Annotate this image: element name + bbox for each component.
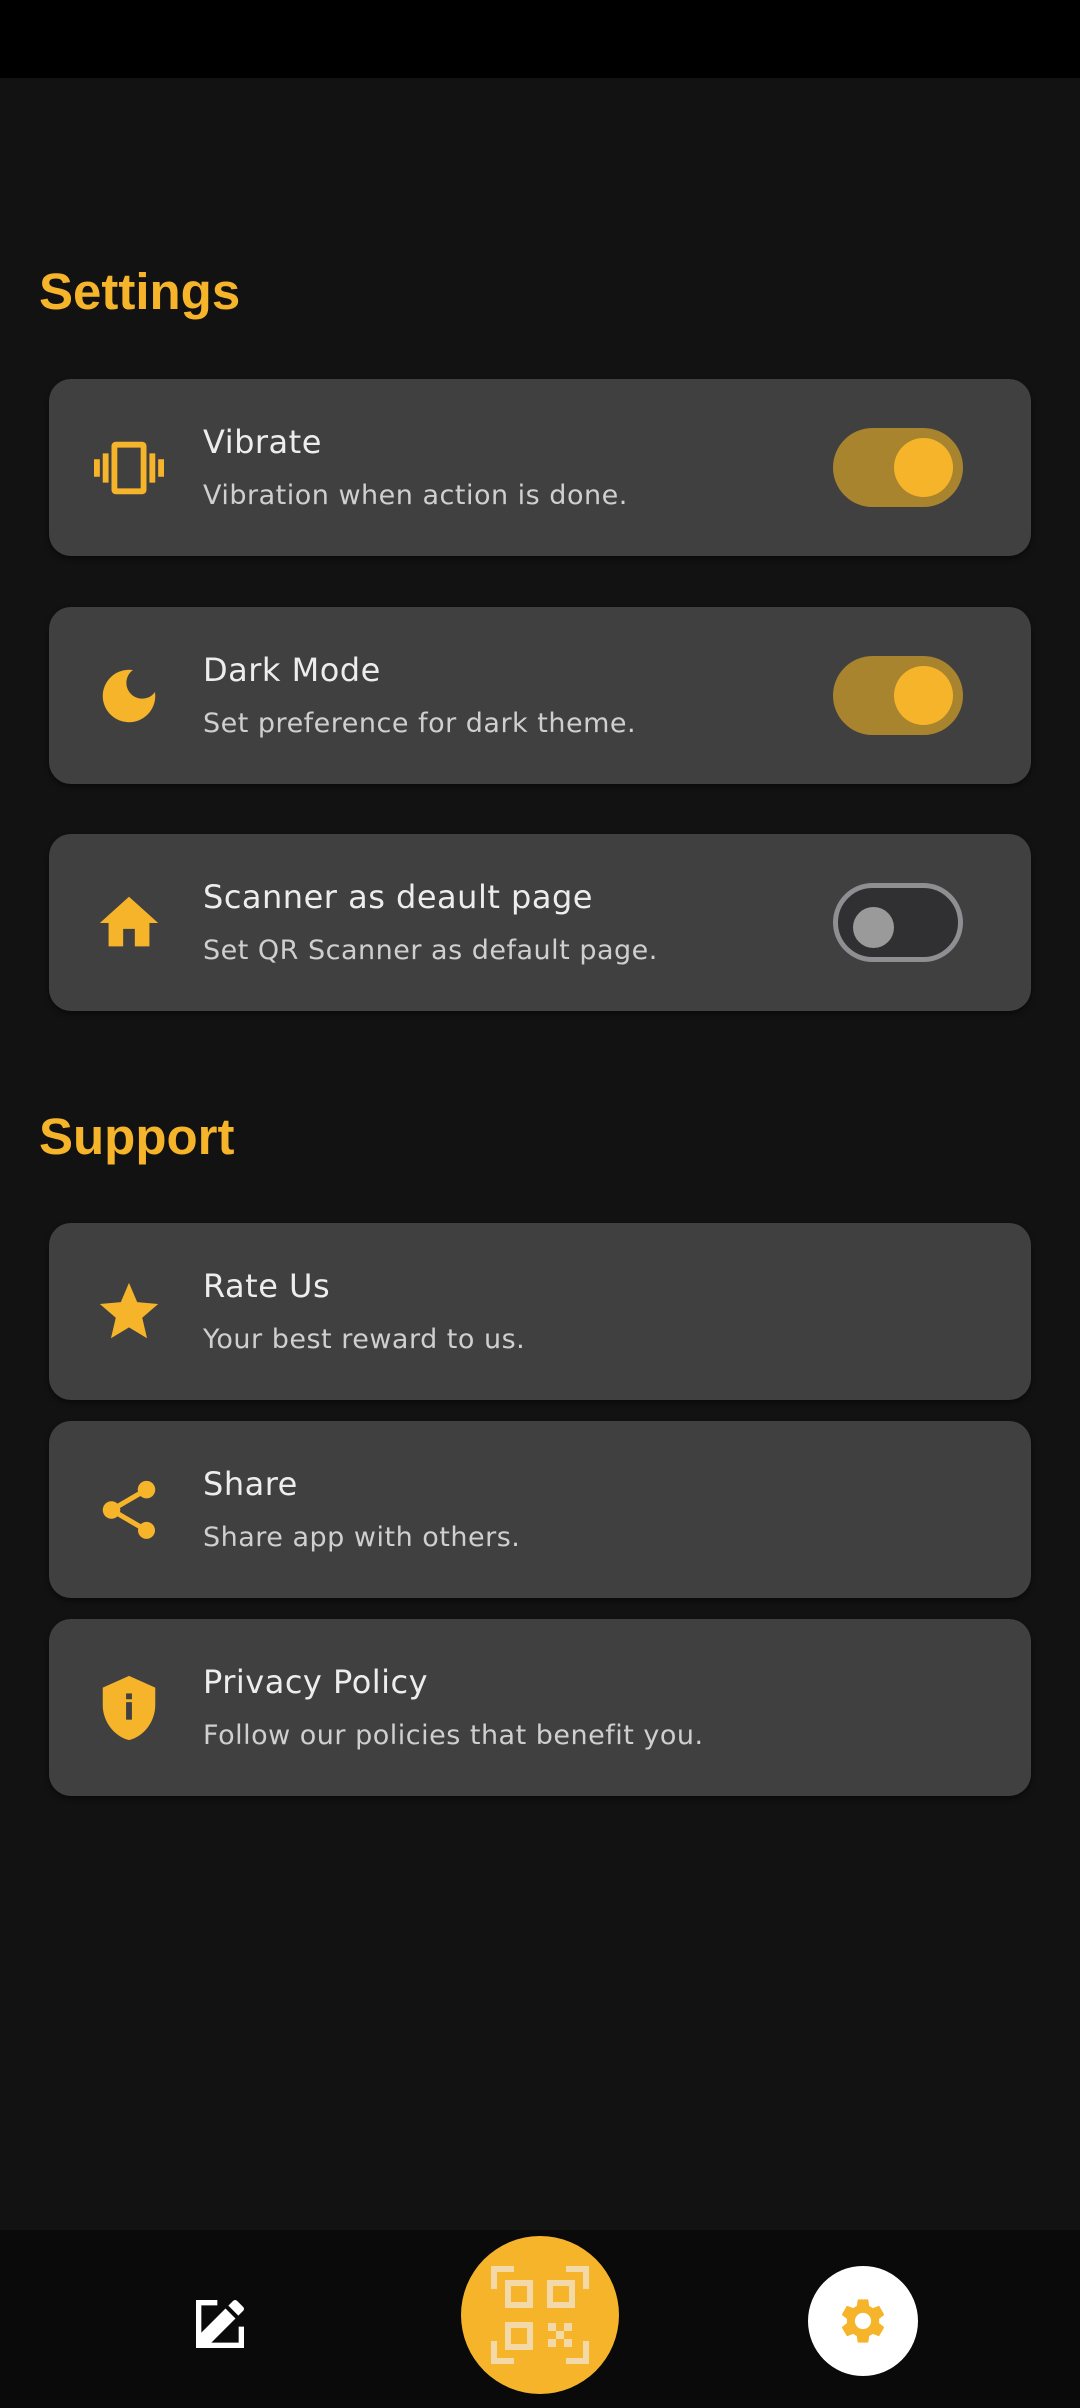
support-title: Rate Us	[203, 1267, 331, 1305]
edit-icon[interactable]	[188, 2292, 252, 2356]
support-subtitle: Follow our policies that benefit you.	[203, 1720, 704, 1751]
home-icon	[94, 888, 164, 958]
status-bar	[0, 0, 1080, 78]
support-section-title: Support	[39, 1108, 235, 1165]
qr-scan-button[interactable]	[461, 2236, 619, 2394]
scanner-default-toggle[interactable]	[833, 883, 963, 962]
setting-vibrate[interactable]: Vibrate Vibration when action is done.	[49, 379, 1031, 556]
vibrate-icon	[94, 433, 164, 503]
moon-icon	[94, 661, 164, 731]
setting-subtitle: Vibration when action is done.	[203, 480, 628, 511]
vibrate-toggle[interactable]	[833, 428, 963, 507]
setting-title: Dark Mode	[203, 651, 381, 689]
settings-nav-button[interactable]	[808, 2266, 918, 2376]
support-share[interactable]: Share Share app with others.	[49, 1421, 1031, 1598]
support-title: Privacy Policy	[203, 1663, 429, 1701]
dark-mode-toggle[interactable]	[833, 656, 963, 735]
shield-icon	[94, 1673, 164, 1743]
support-subtitle: Your best reward to us.	[203, 1324, 526, 1355]
setting-dark-mode[interactable]: Dark Mode Set preference for dark theme.	[49, 607, 1031, 784]
toggle-knob	[894, 666, 953, 725]
settings-section-title: Settings	[39, 263, 241, 320]
support-subtitle: Share app with others.	[203, 1522, 521, 1553]
setting-title: Vibrate	[203, 423, 322, 461]
share-icon	[94, 1475, 164, 1545]
setting-subtitle: Set preference for dark theme.	[203, 708, 637, 739]
support-privacy-policy[interactable]: Privacy Policy Follow our policies that …	[49, 1619, 1031, 1796]
bottom-nav	[0, 2230, 1080, 2408]
qr-scan-icon	[491, 2266, 589, 2364]
gear-icon	[841, 2299, 885, 2343]
setting-scanner-default[interactable]: Scanner as deault page Set QR Scanner as…	[49, 834, 1031, 1011]
star-icon	[94, 1277, 164, 1347]
setting-title: Scanner as deault page	[203, 878, 593, 916]
setting-subtitle: Set QR Scanner as default page.	[203, 935, 658, 966]
support-rate-us[interactable]: Rate Us Your best reward to us.	[49, 1223, 1031, 1400]
toggle-knob	[894, 438, 953, 497]
toggle-knob	[853, 907, 894, 948]
support-title: Share	[203, 1465, 298, 1503]
